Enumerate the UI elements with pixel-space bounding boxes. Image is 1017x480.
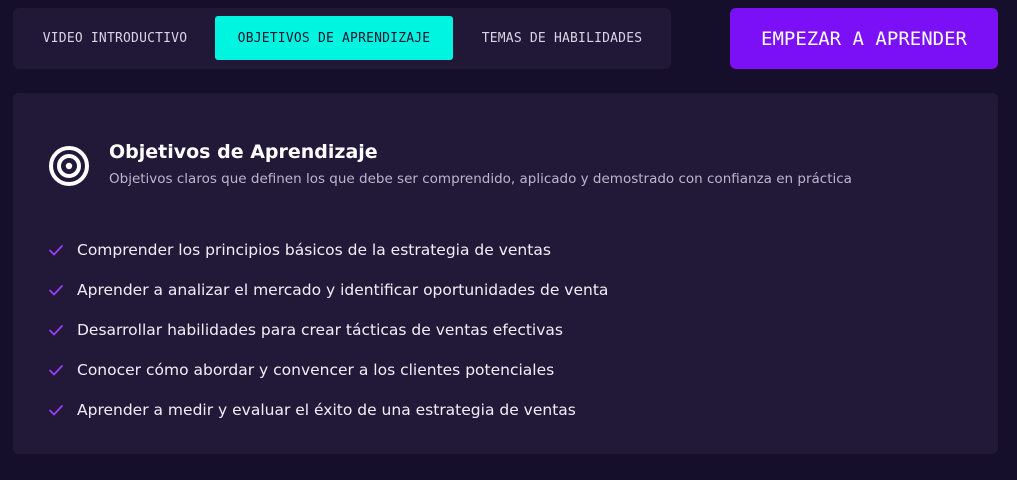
target-icon — [49, 146, 89, 186]
objective-item: Aprender a analizar el mercado y identif… — [48, 270, 608, 310]
check-icon — [49, 325, 63, 336]
tab-temas-de-habilidades[interactable]: TEMAS DE HABILIDADES — [463, 16, 661, 60]
panel-subtitle: Objetivos claros que definen los que deb… — [109, 171, 852, 187]
check-icon — [49, 245, 63, 256]
check-icon — [49, 405, 63, 416]
tab-video-introductivo[interactable]: VIDEO INTRODUCTIVO — [23, 16, 207, 60]
objectives-list: Comprender los principios básicos de la … — [48, 230, 608, 430]
objective-text: Conocer cómo abordar y convencer a los c… — [77, 361, 555, 379]
start-learning-button[interactable]: EMPEZAR A APRENDER — [730, 8, 998, 69]
objective-item: Comprender los principios básicos de la … — [48, 230, 608, 270]
objectives-panel: Objetivos de Aprendizaje Objetivos claro… — [13, 93, 998, 454]
objective-item: Conocer cómo abordar y convencer a los c… — [48, 350, 608, 390]
objective-text: Aprender a analizar el mercado y identif… — [77, 281, 609, 299]
check-icon — [49, 285, 63, 296]
objective-text: Desarrollar habilidades para crear tácti… — [77, 321, 563, 339]
objective-text: Aprender a medir y evaluar el éxito de u… — [77, 401, 576, 419]
panel-title: Objetivos de Aprendizaje — [109, 141, 378, 163]
check-icon — [49, 365, 63, 376]
objective-text: Comprender los principios básicos de la … — [77, 241, 551, 259]
tab-bar: VIDEO INTRODUCTIVO OBJETIVOS DE APRENDIZ… — [13, 8, 671, 69]
objective-item: Aprender a medir y evaluar el éxito de u… — [48, 390, 608, 430]
tab-objetivos-de-aprendizaje[interactable]: OBJETIVOS DE APRENDIZAJE — [215, 16, 453, 60]
objective-item: Desarrollar habilidades para crear tácti… — [48, 310, 608, 350]
